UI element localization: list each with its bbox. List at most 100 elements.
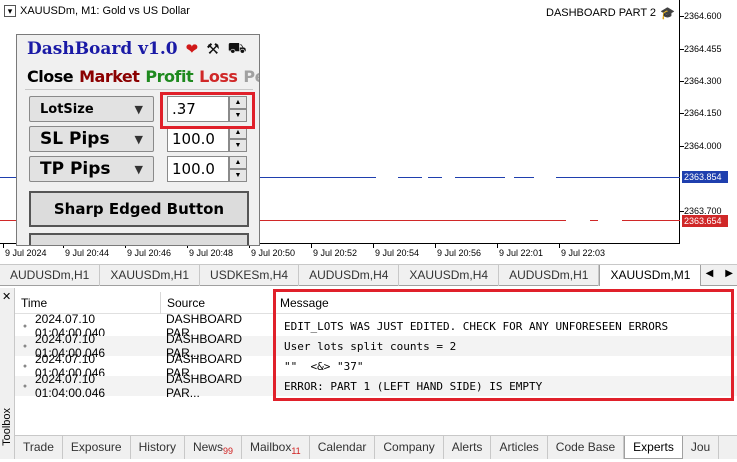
toolbox-tab-calendar[interactable]: Calendar <box>310 436 376 459</box>
dashboard-tab-market[interactable]: Market <box>79 67 140 86</box>
toolbox-tab-label: Mailbox <box>249 440 292 454</box>
time-tick-mark <box>497 244 498 248</box>
price-tick-label: 2364.600 <box>684 11 722 21</box>
toolbox-tab-label: Calendar <box>317 440 367 454</box>
ask-line-segment <box>622 220 680 221</box>
chart-type-icon[interactable]: ▾ <box>4 5 16 17</box>
tp-pips-label: TP Pips <box>40 159 111 179</box>
lotsize-dropdown[interactable]: LotSize ▼ <box>29 96 154 122</box>
sl-pips-stepper[interactable]: 100.0 ▲ ▼ <box>167 126 247 152</box>
toolbox-tab-exposure[interactable]: Exposure <box>63 436 131 459</box>
toolbox-tab-label: Exposure <box>70 440 122 454</box>
tab-scroll-arrows: ◀ ▶ <box>706 268 733 279</box>
decrement-arrow-icon[interactable]: ▼ <box>229 169 247 182</box>
tp-pips-dropdown[interactable]: TP Pips ▼ <box>29 156 154 182</box>
toolbox-tab-trade[interactable]: Trade <box>15 436 63 459</box>
dashboard-tab-close[interactable]: Close <box>27 67 74 86</box>
bid-line-segment <box>428 177 442 178</box>
time-tick-label: 9 Jul 20:52 <box>313 248 358 258</box>
ask-line-segment <box>260 220 566 221</box>
sl-pips-dropdown[interactable]: SL Pips ▼ <box>29 126 154 152</box>
toolbox-tab-experts[interactable]: Experts <box>624 436 683 459</box>
toolbox-tab-label: Company <box>383 440 435 454</box>
symbol-tab[interactable]: AUDUSDm,H1 <box>0 265 101 286</box>
ask-line-segment <box>0 220 16 221</box>
time-tick-label: 9 Jul 22:03 <box>561 248 606 258</box>
chevron-down-icon: ▼ <box>134 102 143 116</box>
column-time[interactable]: Time <box>15 292 161 314</box>
toolbox-tab-articles[interactable]: Articles <box>491 436 548 459</box>
time-tick-label: 9 Jul 2024 <box>5 248 47 258</box>
time-tick-label: 9 Jul 20:46 <box>127 248 172 258</box>
symbol-tab[interactable]: AUDUSDm,H1 <box>499 265 600 286</box>
chevron-down-icon: ▼ <box>134 162 143 176</box>
toolbox-tab-label: News <box>192 440 223 454</box>
increment-arrow-icon[interactable]: ▲ <box>229 156 247 169</box>
toolbox-label: Toolbox <box>1 408 13 446</box>
toolbox-tab-badge: 99 <box>222 446 233 456</box>
symbol-tab[interactable]: USDKESm,H4 <box>200 265 300 286</box>
bid-line-segment <box>514 177 534 178</box>
bid-line-segment <box>398 177 422 178</box>
decrement-arrow-icon[interactable]: ▼ <box>229 139 247 152</box>
dashboard-tab-pendn[interactable]: Pend'n <box>243 67 259 86</box>
log-bullet-icon: ● <box>22 362 28 370</box>
sharp-edged-button[interactable]: Sharp Edged Button <box>29 191 249 227</box>
sl-pips-input[interactable]: 100.0 <box>167 126 229 152</box>
close-icon[interactable]: ✕ <box>2 290 11 303</box>
toolbox-tab-label: Trade <box>23 440 54 454</box>
log-bullet-icon: ● <box>22 382 28 390</box>
toolbox-tab-label: Alerts <box>451 440 483 454</box>
chart-title-text: XAUUSDm, M1: Gold vs US Dollar <box>20 5 190 17</box>
toolbox-tab-jou[interactable]: Jou <box>683 436 720 459</box>
time-tick-mark <box>311 244 312 248</box>
toolbox-tab-company[interactable]: Company <box>375 436 444 459</box>
scroll-left-icon[interactable]: ◀ <box>706 268 714 279</box>
tp-pips-input[interactable]: 100.0 <box>167 156 229 182</box>
divider <box>25 89 253 90</box>
dashboard-title: DashBoard v1.0 <box>27 39 178 59</box>
symbol-tab[interactable]: AUDUSDm,H4 <box>299 265 400 286</box>
lotsize-highlight-box <box>160 92 255 129</box>
symbol-tab[interactable]: XAUUSDm,H1 <box>100 265 201 286</box>
dashboard-tab-profit[interactable]: Profit <box>145 67 193 86</box>
price-tick-label: 2364.455 <box>684 44 722 54</box>
toolbox-sidebar: ✕ Toolbox <box>0 288 15 459</box>
tp-pips-stepper[interactable]: 100.0 ▲ ▼ <box>167 156 247 182</box>
toolbox-tab-alerts[interactable]: Alerts <box>444 436 492 459</box>
dashboard-part-label: DASHBOARD PART 2 🎓 <box>546 6 675 20</box>
symbol-tab[interactable]: XAUUSDm,H4 <box>399 265 500 286</box>
toolbox-tab-label: Experts <box>633 440 674 454</box>
log-bullet-icon: ● <box>22 322 28 330</box>
tools-icon[interactable]: ⚒ <box>206 40 219 58</box>
dashboard-panel[interactable]: DashBoard v1.0 ❤ ⚒ ⛟ Close Market Profit Lo… <box>16 34 260 246</box>
toolbox-tab-news[interactable]: News99 <box>185 436 242 459</box>
bid-line-segment <box>0 177 16 178</box>
toolbox-tab-label: Articles <box>499 440 539 454</box>
price-tick-label: 2364.300 <box>684 76 722 86</box>
price-tick-label: 2364.000 <box>684 141 722 151</box>
price-chart[interactable]: ▾ XAUUSDm, M1: Gold vs US Dollar DASHBOA… <box>0 0 737 262</box>
ask-line-segment <box>590 220 598 221</box>
log-source: DASHBOARD PAR... <box>166 372 243 400</box>
dashboard-header[interactable]: DashBoard v1.0 ❤ ⚒ ⛟ <box>17 35 259 63</box>
dashboard-tab-loss[interactable]: Loss <box>199 67 238 86</box>
time-tick-mark <box>3 244 4 248</box>
graduation-cap-icon: 🎓 <box>660 6 675 20</box>
dashboard-tabs: Close Market Profit Loss Pend'n <box>27 67 259 86</box>
ask-price-badge: 2363.654 <box>682 215 728 227</box>
symbol-tab[interactable]: XAUUSDm,M1 <box>599 265 702 286</box>
toolbox-tab-mailbox[interactable]: Mailbox11 <box>242 436 310 459</box>
toolbox-tabs: Trade Exposure History News99 Mailbox11 Calen… <box>15 435 737 459</box>
toolbox-tab-history[interactable]: History <box>131 436 185 459</box>
secondary-button[interactable] <box>29 233 249 245</box>
truck-icon[interactable]: ⛟ <box>228 40 247 59</box>
toolbox-tab-code-base[interactable]: Code Base <box>548 436 625 459</box>
scroll-right-icon[interactable]: ▶ <box>725 268 733 279</box>
heart-icon[interactable]: ❤ <box>186 40 199 58</box>
chart-title: ▾ XAUUSDm, M1: Gold vs US Dollar <box>4 5 190 17</box>
column-source[interactable]: Source <box>161 292 274 314</box>
bid-line-segment <box>455 177 505 178</box>
bid-price-badge: 2363.854 <box>682 171 728 183</box>
time-tick-label: 9 Jul 20:54 <box>375 248 420 258</box>
